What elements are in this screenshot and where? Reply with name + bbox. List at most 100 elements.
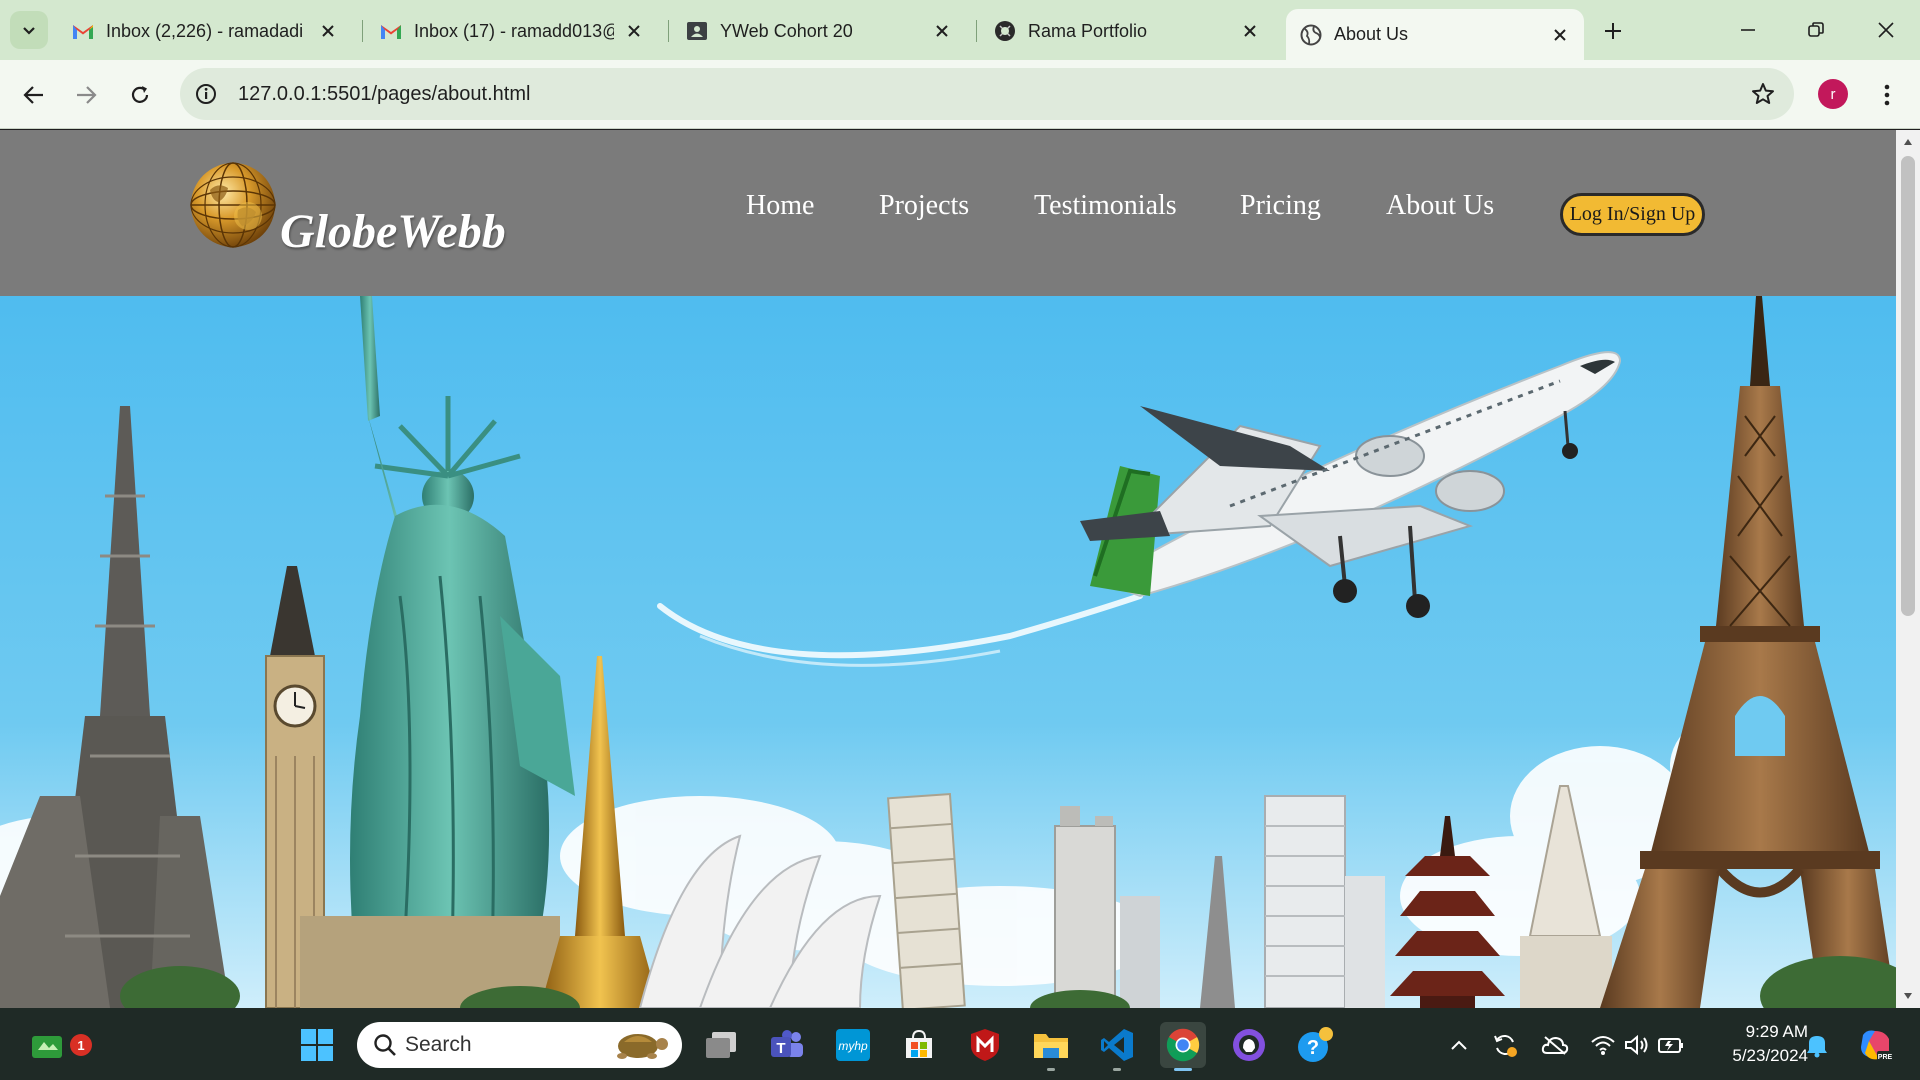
- file-explorer-button[interactable]: [1028, 1022, 1074, 1071]
- browser-toolbar: 127.0.0.1:5501/pages/about.html r: [0, 60, 1920, 129]
- nav-home[interactable]: Home: [746, 190, 814, 222]
- arrow-right-icon: [77, 86, 97, 104]
- close-icon: [1878, 22, 1894, 38]
- notification-badge: 1: [70, 1034, 92, 1056]
- github-desktop-button[interactable]: [1226, 1022, 1272, 1068]
- widgets-button[interactable]: 1: [24, 1022, 92, 1068]
- search-icon: [374, 1034, 396, 1056]
- chrome-button[interactable]: [1160, 1022, 1206, 1071]
- globe-icon: [1300, 24, 1322, 46]
- tab-portfolio[interactable]: Rama Portfolio: [980, 9, 1274, 53]
- login-signup-button[interactable]: Log In/Sign Up: [1560, 193, 1705, 236]
- close-icon[interactable]: [318, 21, 338, 41]
- turtle-search-highlight-icon: [617, 1034, 668, 1059]
- tab-strip: Inbox (2,226) - ramadadi Inbox (17) - ra…: [0, 0, 1920, 60]
- mcafee-button[interactable]: [962, 1022, 1008, 1068]
- gmail-icon: [72, 20, 94, 42]
- tab-separator: [362, 20, 363, 42]
- sync-tray-icon[interactable]: [1490, 1030, 1520, 1060]
- close-icon[interactable]: [1550, 25, 1570, 45]
- scroll-up-arrow-icon[interactable]: [1896, 132, 1920, 152]
- battery-tray-icon[interactable]: [1656, 1030, 1686, 1060]
- portfolio-icon: [994, 20, 1016, 42]
- start-button[interactable]: [294, 1022, 340, 1068]
- vscode-button[interactable]: [1094, 1022, 1140, 1071]
- forward-button[interactable]: [66, 75, 106, 115]
- minimize-icon: [1741, 29, 1755, 31]
- classroom-icon: [686, 20, 708, 42]
- running-indicator: [1113, 1068, 1121, 1071]
- svg-text:?: ?: [1307, 1037, 1319, 1059]
- scroll-thumb[interactable]: [1901, 156, 1915, 616]
- microsoft-store-button[interactable]: [896, 1022, 942, 1068]
- chevron-up-icon: [1451, 1040, 1467, 1050]
- browser-menu-button[interactable]: [1872, 75, 1902, 115]
- task-view-button[interactable]: [698, 1022, 744, 1068]
- wifi-icon: [1591, 1036, 1615, 1055]
- reload-button[interactable]: [120, 75, 160, 115]
- gmail-icon: [380, 20, 402, 42]
- nav-projects[interactable]: Projects: [879, 190, 969, 222]
- new-tab-button[interactable]: [1598, 16, 1628, 46]
- arrow-left-icon: [23, 86, 43, 104]
- tab-gmail-2[interactable]: Inbox (17) - ramadd013@: [366, 9, 658, 53]
- taskbar-clock[interactable]: 9:29 AM 5/23/2024: [1698, 1020, 1808, 1068]
- minimize-button[interactable]: [1726, 12, 1770, 48]
- tab-separator: [668, 20, 669, 42]
- myhp-icon: myhp: [836, 1029, 870, 1061]
- bookmark-star-icon[interactable]: [1750, 81, 1776, 107]
- tab-search-button[interactable]: [10, 11, 48, 49]
- get-help-button[interactable]: ?: [1292, 1022, 1338, 1068]
- profile-avatar[interactable]: r: [1818, 79, 1848, 109]
- more-vert-icon: [1884, 84, 1890, 106]
- back-button[interactable]: [14, 75, 54, 115]
- task-view-icon: [706, 1032, 736, 1058]
- github-desktop-icon: [1233, 1029, 1265, 1061]
- wifi-tray-icon[interactable]: [1588, 1030, 1618, 1060]
- tab-title: About Us: [1334, 24, 1409, 44]
- hero-image: [0, 296, 1896, 1008]
- notifications-button[interactable]: [1802, 1030, 1832, 1060]
- show-hidden-icons-button[interactable]: [1444, 1030, 1474, 1060]
- url-text[interactable]: 127.0.0.1:5501/pages/about.html: [238, 83, 530, 106]
- svg-text:T: T: [776, 1040, 785, 1057]
- vscode-icon: [1101, 1029, 1133, 1061]
- tab-about-us[interactable]: About Us: [1286, 9, 1584, 60]
- cloud-offline-icon: [1541, 1036, 1569, 1055]
- sync-icon: [1494, 1035, 1517, 1057]
- close-icon[interactable]: [932, 21, 952, 41]
- restore-button[interactable]: [1794, 12, 1838, 48]
- copilot-button[interactable]: PRE: [1856, 1026, 1894, 1064]
- site-header: GlobeWebb Home Projects Testimonials Pri…: [0, 130, 1896, 296]
- scroll-down-arrow-icon[interactable]: [1896, 986, 1920, 1006]
- help-icon: ?: [1298, 1027, 1333, 1062]
- nav-pricing[interactable]: Pricing: [1240, 190, 1321, 222]
- windows-taskbar: 1 Search T myhp ? 9:29 AM 5/23/2024 PRE: [0, 1008, 1920, 1080]
- taskbar-search-box[interactable]: Search: [357, 1022, 682, 1068]
- onedrive-tray-icon[interactable]: [1540, 1030, 1570, 1060]
- volume-tray-icon[interactable]: [1622, 1030, 1652, 1060]
- mcafee-icon: [971, 1029, 999, 1061]
- copilot-icon: PRE: [1861, 1030, 1893, 1061]
- chrome-icon: [1166, 1028, 1200, 1062]
- svg-text:myhp: myhp: [838, 1039, 868, 1053]
- close-icon[interactable]: [1240, 21, 1260, 41]
- myhp-button[interactable]: myhp: [830, 1022, 876, 1068]
- golden-globe-logo-icon: [190, 162, 276, 248]
- tab-classroom[interactable]: YWeb Cohort 20: [672, 9, 966, 53]
- bell-icon: [1807, 1036, 1827, 1058]
- close-icon[interactable]: [624, 21, 644, 41]
- active-indicator: [1174, 1068, 1192, 1071]
- nav-testimonials[interactable]: Testimonials: [1034, 190, 1177, 222]
- site-logo[interactable]: GlobeWebb: [188, 160, 518, 260]
- tab-gmail-1[interactable]: Inbox (2,226) - ramadadi: [58, 9, 352, 53]
- close-window-button[interactable]: [1864, 12, 1908, 48]
- svg-text:PRE: PRE: [1878, 1054, 1893, 1061]
- restore-icon: [1808, 22, 1824, 37]
- teams-button[interactable]: T: [764, 1022, 810, 1068]
- tab-title: YWeb Cohort 20: [720, 20, 853, 41]
- site-info-icon[interactable]: [180, 68, 232, 120]
- nav-about-us[interactable]: About Us: [1386, 190, 1494, 222]
- page-scrollbar[interactable]: [1896, 130, 1920, 1008]
- address-bar[interactable]: 127.0.0.1:5501/pages/about.html: [180, 68, 1794, 120]
